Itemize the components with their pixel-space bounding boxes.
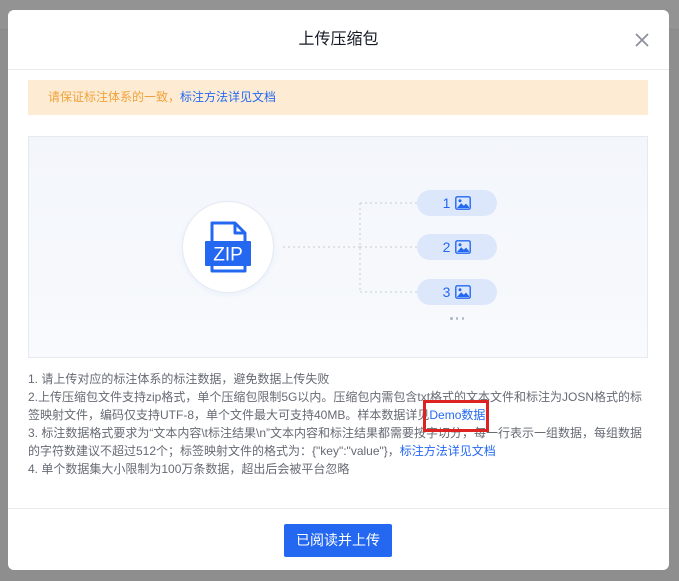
instruction-item-2: 2.上传压缩包文件支持zip格式，单个压缩包限制5G以内。压缩包内需包含txt格… xyxy=(28,388,648,424)
file-item-2: 2 xyxy=(417,234,497,260)
instruction-item-2-text: 2.上传压缩包文件支持zip格式，单个压缩包限制5G以内。压缩包内需包含txt格… xyxy=(28,390,643,422)
image-icon xyxy=(455,196,472,210)
file-item-1: 1 xyxy=(417,190,497,216)
image-icon xyxy=(455,285,472,299)
dialog-header: 上传压缩包 xyxy=(8,10,669,70)
notice-doc-link[interactable]: 标注方法详见文档 xyxy=(180,90,276,104)
instruction-item-3-text: 3. 标注数据格式要求为“文本内容\t标注结果\n”文本内容和标注结果都需要按字… xyxy=(28,426,643,458)
zip-file-icon: ZIP xyxy=(205,221,251,273)
file-item-3: 3 xyxy=(417,279,497,305)
annotation-doc-link[interactable]: 标注方法详见文档 xyxy=(400,444,496,458)
upload-dialog: 上传压缩包 请保证标注体系的一致，标注方法详见文档 ZIP 1 2 3 1. 请… xyxy=(8,10,669,570)
file-item-index: 3 xyxy=(442,284,451,300)
upload-illustration: ZIP 1 2 3 xyxy=(28,136,648,358)
zip-file-label: ZIP xyxy=(213,245,243,266)
instruction-item-4: 4. 单个数据集大小限制为100万条数据，超出后会被平台忽略 xyxy=(28,462,350,476)
dialog-footer: 已阅读并上传 xyxy=(8,508,669,570)
instruction-item-3: 3. 标注数据格式要求为“文本内容\t标注结果\n”文本内容和标注结果都需要按字… xyxy=(28,424,648,460)
confirm-upload-button[interactable]: 已阅读并上传 xyxy=(284,524,392,557)
upload-instructions: 1. 请上传对应的标注体系的标注数据，避免数据上传失败 2.上传压缩包文件支持z… xyxy=(28,370,648,478)
close-button[interactable] xyxy=(635,33,649,47)
image-icon xyxy=(455,240,472,254)
file-item-index: 2 xyxy=(442,239,451,255)
notice-text: 请保证标注体系的一致， xyxy=(48,90,181,104)
connector-lines xyxy=(283,202,417,293)
notice-banner: 请保证标注体系的一致，标注方法详见文档 xyxy=(28,80,648,115)
close-icon[interactable] xyxy=(635,33,649,47)
more-items-dots xyxy=(450,317,464,320)
demo-data-link[interactable]: Demo数据 xyxy=(429,408,485,422)
zip-file-badge: ZIP xyxy=(182,201,274,293)
instruction-item-1: 1. 请上传对应的标注体系的标注数据，避免数据上传失败 xyxy=(28,372,330,386)
file-item-index: 1 xyxy=(442,195,451,211)
dialog-title: 上传压缩包 xyxy=(298,31,379,48)
dialog-body: 请保证标注体系的一致，标注方法详见文档 ZIP 1 2 3 1. 请上传对应的标… xyxy=(28,70,648,508)
